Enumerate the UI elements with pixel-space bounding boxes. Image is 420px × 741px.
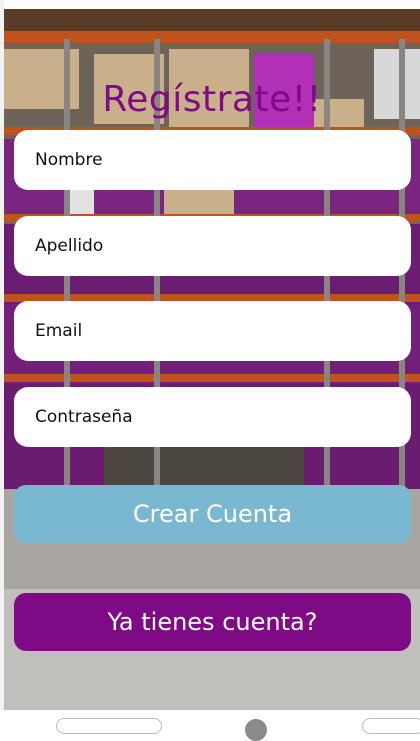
create-account-label: Crear Cuenta bbox=[132, 500, 293, 528]
email-input[interactable] bbox=[33, 320, 397, 342]
taskbar-pill-left[interactable] bbox=[56, 718, 162, 734]
nombre-input[interactable] bbox=[33, 149, 397, 171]
nombre-field[interactable] bbox=[14, 130, 411, 190]
create-account-button[interactable]: Crear Cuenta bbox=[14, 485, 411, 543]
login-link-label: Ya tienes cuenta? bbox=[107, 608, 318, 636]
email-field[interactable] bbox=[14, 301, 411, 361]
app-screen: Regístrate!! Crear Cuenta Ya tienes cuen… bbox=[4, 9, 420, 710]
password-field[interactable] bbox=[14, 387, 411, 447]
taskbar-dot[interactable] bbox=[245, 719, 267, 741]
password-input[interactable] bbox=[33, 406, 397, 428]
apellido-input[interactable] bbox=[33, 235, 397, 257]
page-title: Regístrate!! bbox=[102, 79, 322, 120]
taskbar-pill-right[interactable] bbox=[362, 718, 420, 734]
apellido-field[interactable] bbox=[14, 216, 411, 276]
login-link-button[interactable]: Ya tienes cuenta? bbox=[14, 593, 411, 651]
